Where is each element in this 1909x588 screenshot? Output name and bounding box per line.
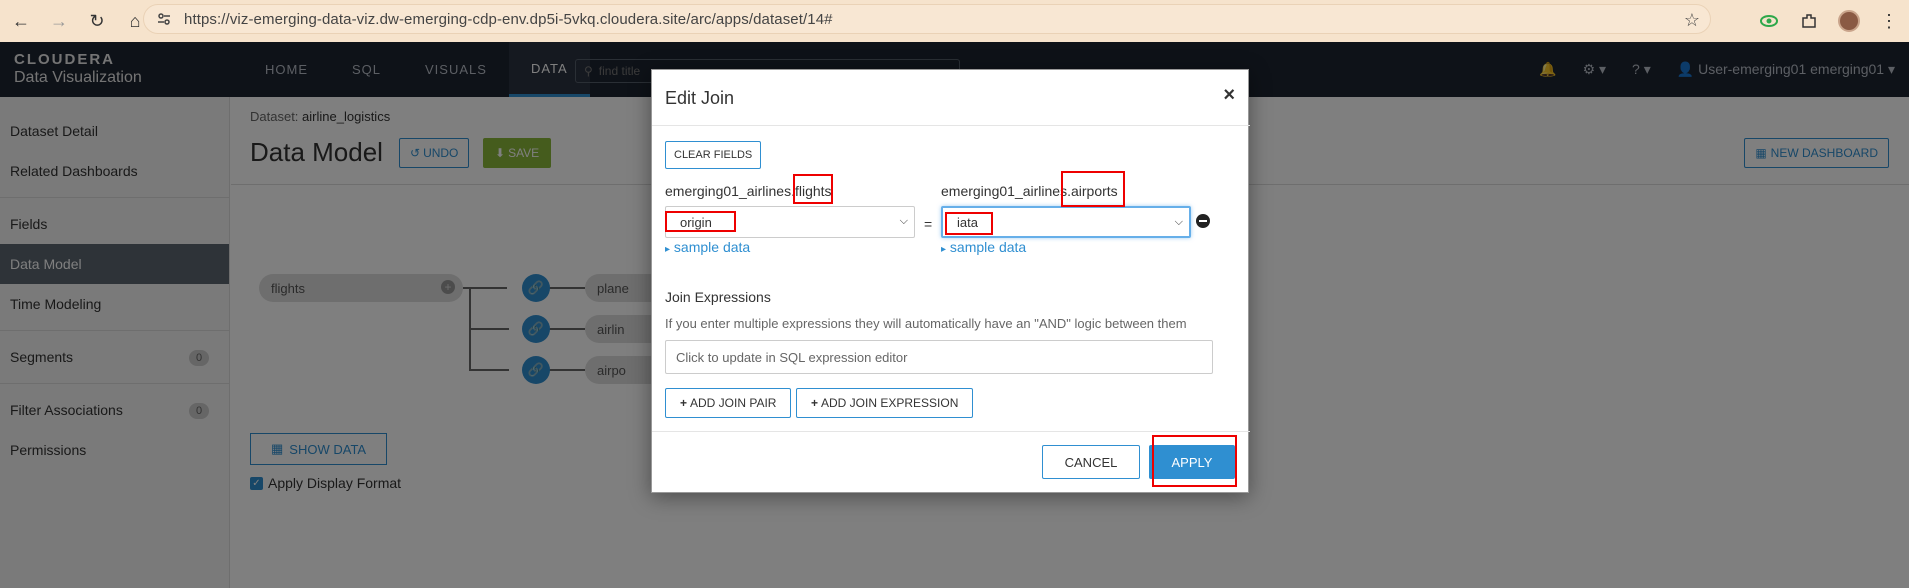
left-table-prefix: emerging01_airlines. — [665, 183, 795, 199]
extension-eye-icon[interactable] — [1749, 1, 1789, 41]
extensions-puzzle-icon[interactable] — [1789, 1, 1829, 41]
remove-pair-icon[interactable] — [1196, 214, 1210, 228]
highlight-box — [665, 211, 736, 232]
plus-icon: + — [680, 396, 688, 410]
right-table-prefix: emerging01_airlines. — [941, 183, 1071, 199]
url-text: https://viz-emerging-data-viz.dw-emergin… — [184, 10, 833, 28]
reload-icon[interactable]: ↻ — [80, 4, 114, 38]
left-sample-data-link[interactable]: ▸ sample data — [665, 239, 750, 255]
caret-right-icon: ▸ — [941, 244, 947, 255]
profile-avatar[interactable] — [1829, 1, 1869, 41]
back-icon[interactable]: ← — [4, 4, 38, 38]
forward-icon[interactable]: → — [42, 4, 76, 38]
plus-icon: + — [811, 396, 819, 410]
site-info-icon[interactable] — [150, 5, 178, 33]
equals-sign: = — [924, 216, 933, 232]
browser-menu-icon[interactable]: ⋮ — [1869, 1, 1909, 41]
highlight-box — [1152, 435, 1237, 487]
add-join-pair-button[interactable]: + ADD JOIN PAIR — [665, 388, 792, 418]
add-join-expression-label: ADD JOIN EXPRESSION — [821, 396, 959, 410]
chevron-down-icon: ⌵ — [1174, 216, 1183, 228]
cancel-button[interactable]: CANCEL — [1042, 445, 1140, 479]
browser-toolbar: ← → ↻ ⌂ https://viz-emerging-data-viz.dw… — [0, 0, 1909, 42]
highlight-box — [793, 174, 833, 204]
chevron-down-icon: ⌵ — [899, 215, 908, 227]
dialog-title: Edit Join — [665, 88, 735, 108]
divider — [652, 431, 1250, 432]
divider — [652, 125, 1250, 126]
highlight-box — [1061, 171, 1125, 207]
address-bar[interactable]: https://viz-emerging-data-viz.dw-emergin… — [143, 4, 1711, 34]
caret-right-icon: ▸ — [665, 244, 671, 255]
bookmark-star-icon[interactable]: ☆ — [1684, 10, 1700, 31]
add-join-expression-button[interactable]: + ADD JOIN EXPRESSION — [796, 388, 974, 418]
sql-expression-input[interactable]: Click to update in SQL expression editor — [665, 340, 1213, 374]
clear-fields-button[interactable]: CLEAR FIELDS — [665, 141, 762, 169]
right-sample-data-link[interactable]: ▸ sample data — [941, 239, 1026, 255]
edit-join-dialog: Edit Join × CLEAR FIELDS emerging01_airl… — [651, 69, 1250, 493]
add-join-pair-label: ADD JOIN PAIR — [690, 396, 777, 410]
sample-data-label: sample data — [949, 239, 1027, 255]
join-expressions-help: If you enter multiple expressions they w… — [665, 316, 1187, 331]
sample-data-label: sample data — [673, 239, 751, 255]
highlight-box — [945, 212, 993, 235]
join-expressions-title: Join Expressions — [665, 289, 771, 305]
close-icon[interactable]: × — [1223, 84, 1235, 107]
